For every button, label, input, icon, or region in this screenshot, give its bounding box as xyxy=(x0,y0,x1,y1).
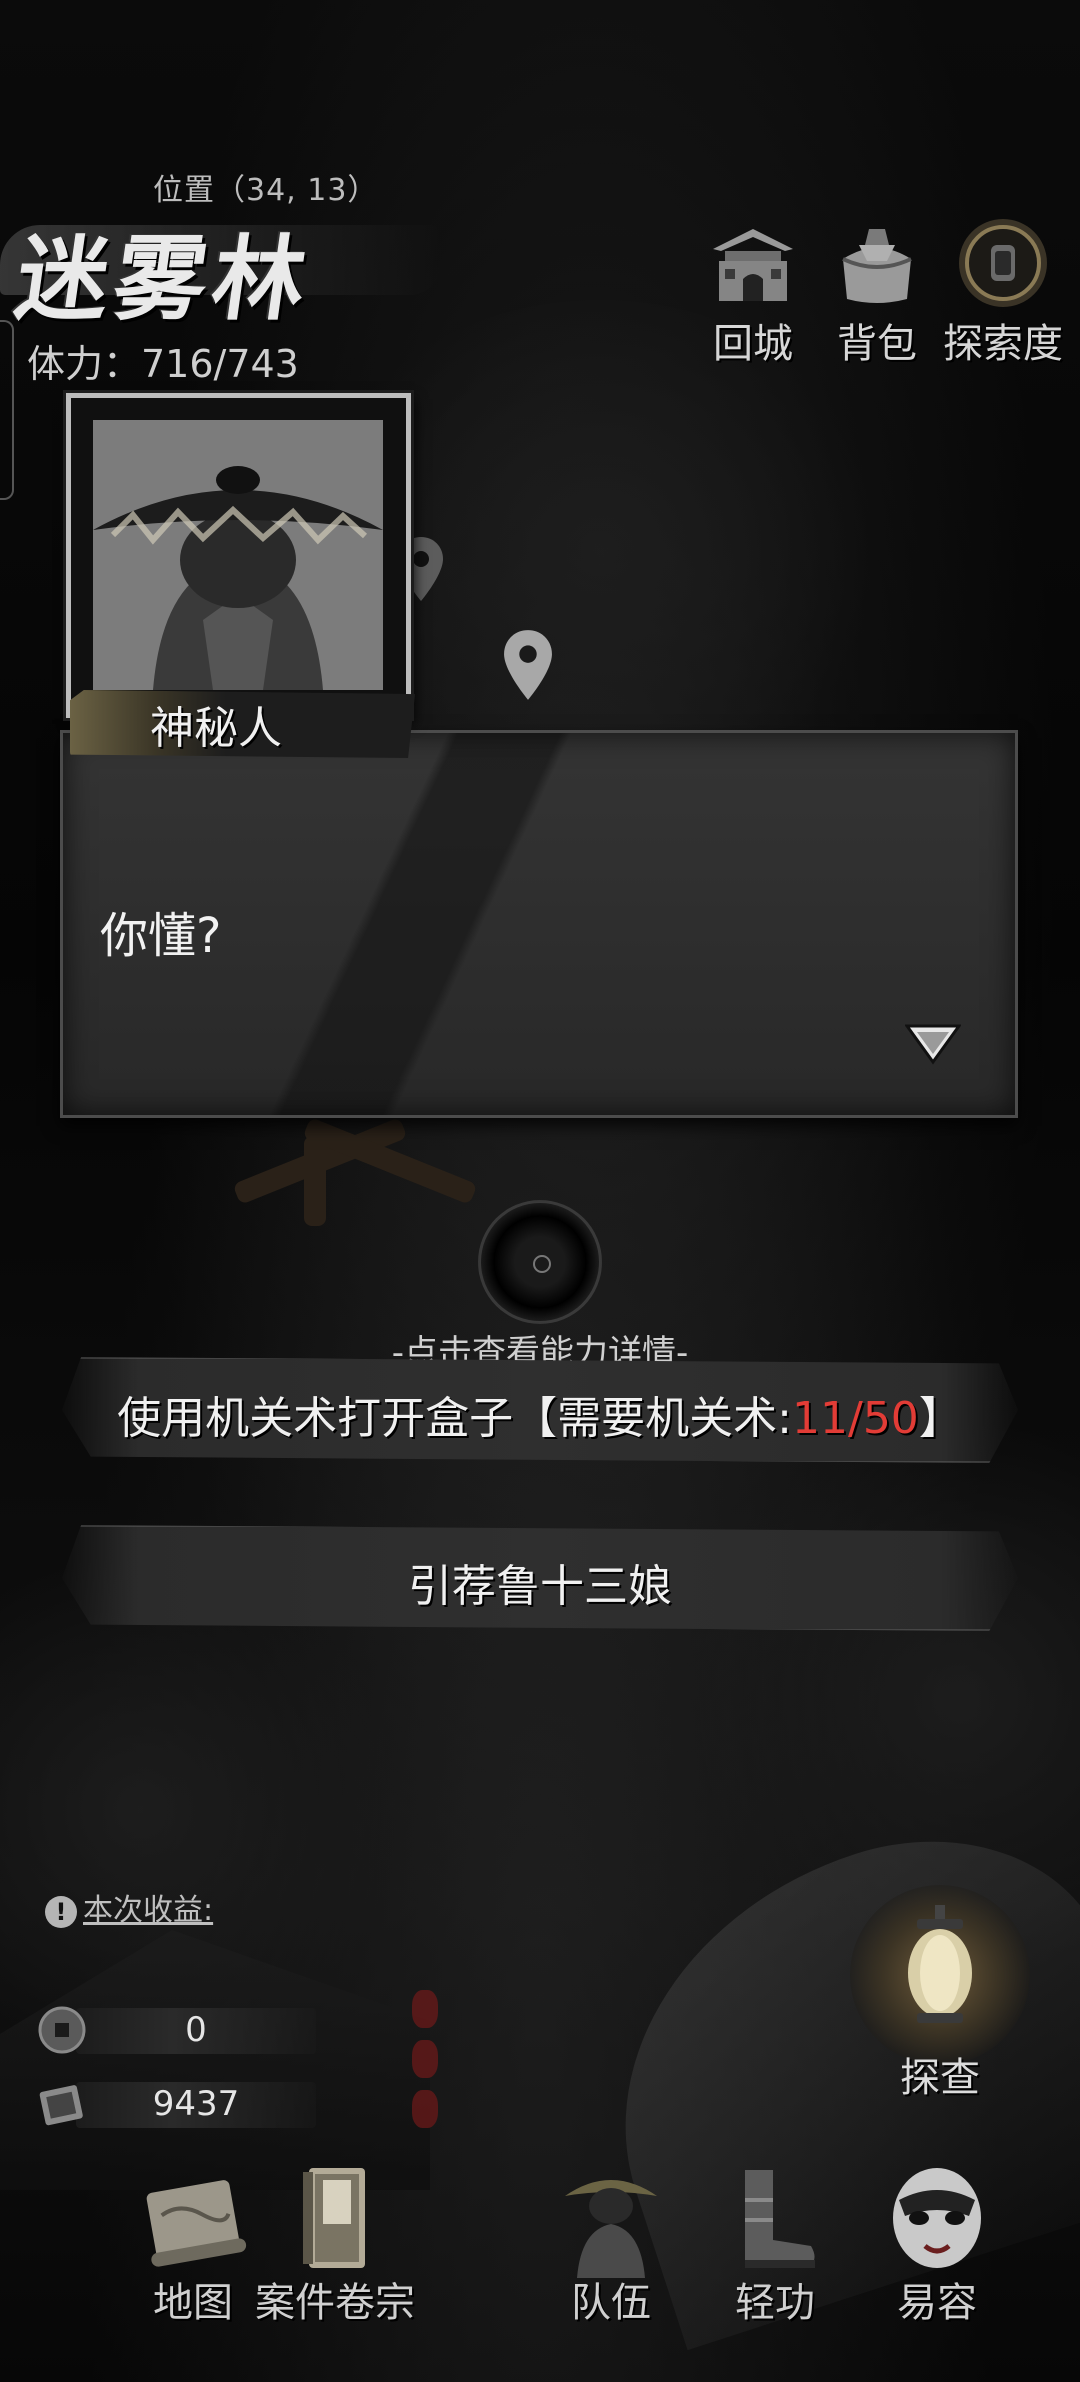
speaker-portrait xyxy=(93,420,383,690)
dialog-text: 你懂? xyxy=(100,908,222,964)
location-name: 迷雾林 xyxy=(9,225,319,333)
notes-value: 9437 xyxy=(152,2084,240,2124)
side-panel-tab[interactable] xyxy=(0,320,14,500)
bundle-bag-icon xyxy=(842,229,912,303)
team-icon xyxy=(565,2180,657,2278)
info-icon: ! xyxy=(45,1895,77,1928)
option-open-box-prefix: 使用机关术打开盒子【需要机关术: xyxy=(117,1393,792,1444)
nav-disguise-label: 易容 xyxy=(897,2280,977,2326)
background-lantern xyxy=(412,1990,438,2028)
background-lantern xyxy=(412,2040,438,2078)
mechanism-requirement: 11/50 xyxy=(792,1393,919,1444)
lantern-icon xyxy=(908,1905,972,2023)
return-city-button[interactable]: 回城 xyxy=(688,215,818,369)
earnings-title-label: 本次收益: xyxy=(83,1893,214,1928)
backpack-button[interactable]: 背包 xyxy=(812,215,942,369)
earnings-title[interactable]: ! 本次收益: xyxy=(45,1885,213,1929)
notes-row: 9437 xyxy=(36,2078,316,2130)
option-open-box-suffix: 】 xyxy=(918,1393,963,1444)
map-scroll-icon xyxy=(146,2180,247,2267)
coins-row: 0 xyxy=(36,2004,316,2056)
map-pin-icon[interactable] xyxy=(500,628,556,702)
next-arrow-icon[interactable] xyxy=(905,1022,961,1066)
case-file-icon xyxy=(303,2168,365,2268)
probe-button[interactable]: 探查 xyxy=(845,1885,1035,2110)
exploration-badge-icon xyxy=(959,219,1047,307)
straw-hat-man-portrait xyxy=(93,420,383,690)
nav-case-file-label: 案件卷宗 xyxy=(255,2280,415,2326)
nav-disguise-button[interactable]: 易容 xyxy=(852,2160,1022,2330)
stamina-readout: 体力：716/743 xyxy=(27,342,299,386)
exploration-label: 探索度 xyxy=(943,321,1063,367)
coins-value: 0 xyxy=(185,2010,207,2050)
mask-icon xyxy=(893,2168,981,2268)
background-lantern xyxy=(412,2090,438,2128)
exploration-button[interactable]: 探索度 xyxy=(938,215,1068,369)
speaker-portrait-frame xyxy=(66,393,411,718)
boots-icon xyxy=(745,2170,815,2268)
speaker-name: 神秘人 xyxy=(150,703,282,754)
city-gate-icon xyxy=(713,229,793,301)
mystery-box-portal[interactable] xyxy=(478,1200,602,1324)
game-screen: 位置（34, 13） 迷雾林 体力：716/743 回城 背包 探索度 神秘人 … xyxy=(0,0,1080,2382)
probe-label: 探查 xyxy=(900,2055,980,2101)
return-city-label: 回城 xyxy=(713,321,793,367)
campfire xyxy=(230,1110,490,1226)
backpack-label: 背包 xyxy=(837,321,917,367)
location-coords: 位置（34, 13） xyxy=(153,173,379,208)
option-recommend-label[interactable]: 引荐鲁十三娘 xyxy=(0,1550,1080,1614)
nav-case-file-button[interactable]: 案件卷宗 xyxy=(250,2160,420,2330)
option-open-box-label[interactable]: 使用机关术打开盒子【需要机关术:11/50】 xyxy=(0,1382,1080,1446)
